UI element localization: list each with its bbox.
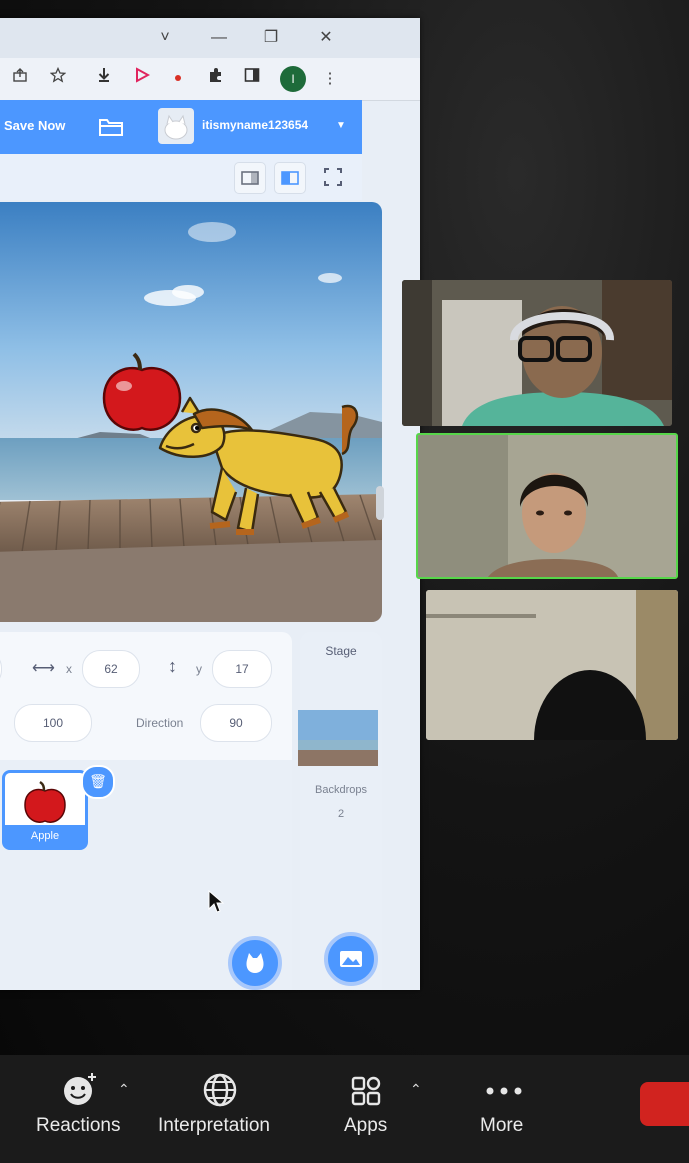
close-window-button[interactable]: ✕ <box>313 26 339 50</box>
reactions-label: Reactions <box>36 1115 121 1136</box>
interpretation-label: Interpretation <box>158 1115 270 1136</box>
end-meeting-button[interactable] <box>640 1082 689 1126</box>
x-label: x <box>66 662 72 676</box>
x-field[interactable]: 62 <box>82 650 140 688</box>
browser-toolbar: I ⋮ <box>0 58 420 101</box>
tab-search-button[interactable]: ˅ <box>152 26 178 50</box>
user-avatar[interactable] <box>158 108 194 144</box>
username-label[interactable]: itismyname123654 <box>202 118 308 132</box>
stage-title: Stage <box>325 644 357 658</box>
backdrops-label: Backdrops <box>315 784 367 796</box>
sprite-name-field[interactable] <box>0 650 2 688</box>
normal-stage-button[interactable] <box>274 162 306 194</box>
backdrops-count: 2 <box>337 808 345 820</box>
y-field[interactable]: 17 <box>212 650 272 688</box>
stage-backdrop <box>0 202 382 622</box>
scratch-menubar: Save Now itismyname123654 ▼ <box>0 100 362 154</box>
trash-icon[interactable]: 🗑 <box>81 765 115 799</box>
maximize-button[interactable]: ❐ <box>258 26 284 50</box>
size-field[interactable]: 100 <box>14 704 92 742</box>
chevron-up-icon[interactable]: ⌃ <box>410 1081 422 1098</box>
participant-video-feed <box>426 590 678 740</box>
puzzle-icon[interactable] <box>204 67 228 91</box>
sidebar-icon[interactable] <box>240 67 264 91</box>
chevron-up-icon[interactable]: ⌃ <box>118 1081 130 1098</box>
participant-video-feed <box>402 280 672 426</box>
y-label: y <box>196 662 202 676</box>
apps-icon <box>351 1076 381 1106</box>
globe-icon <box>203 1073 237 1107</box>
stage-selector-pane[interactable]: Stage Backdrops 2 <box>298 632 382 990</box>
participant-video-3[interactable] <box>426 590 678 740</box>
more-label: More <box>480 1115 524 1136</box>
x-arrow-icon: ⟷ <box>32 660 55 677</box>
sprite-info-panel: ⟷ x 62 ↕ y 17 100 Direction 90 <box>0 632 292 760</box>
reactions-icon <box>64 1073 96 1105</box>
profile-avatar[interactable]: I <box>280 66 306 92</box>
apple-thumbnail <box>24 780 66 823</box>
minimize-button[interactable]: — <box>206 26 232 50</box>
direction-field[interactable]: 90 <box>200 704 272 742</box>
stage-size-controls <box>0 154 362 200</box>
fullscreen-icon[interactable] <box>318 162 348 192</box>
stage-canvas[interactable] <box>0 202 382 622</box>
apps-label: Apps <box>344 1115 388 1136</box>
panel-resize-handle[interactable] <box>376 486 384 520</box>
small-stage-button[interactable] <box>234 162 266 194</box>
star-icon[interactable] <box>46 66 70 91</box>
chevron-down-icon[interactable]: ▼ <box>336 120 346 131</box>
participant-video-1[interactable] <box>402 280 672 426</box>
browser-window: ˅ — ❐ ✕ I ⋮ Save Now itismyname123654 ▼ … <box>0 18 420 990</box>
choose-sprite-button[interactable] <box>228 936 282 990</box>
participant-video-feed <box>418 435 676 577</box>
sprite-name-label: Apple <box>5 825 85 847</box>
kebab-menu-icon[interactable]: ⋮ <box>318 67 342 91</box>
share-icon[interactable] <box>8 67 32 91</box>
record-icon[interactable] <box>166 67 190 91</box>
window-titlebar: ˅ — ❐ ✕ <box>0 18 420 58</box>
y-arrow-icon: ↕ <box>168 656 177 676</box>
meeting-toolbar: ⌃ Reactions Interpretation ⌃ Apps More <box>0 1055 689 1163</box>
mouse-cursor-icon <box>208 889 225 919</box>
ellipsis-icon <box>486 1087 522 1095</box>
direction-label: Direction <box>136 716 184 730</box>
sprite-list-panel: Apple 🗑 <box>0 760 292 990</box>
download-icon[interactable] <box>92 67 116 91</box>
play-extension-icon[interactable] <box>130 67 154 91</box>
sprite-tile-apple[interactable]: Apple 🗑 <box>2 765 115 850</box>
choose-backdrop-button[interactable] <box>324 932 378 986</box>
save-now-button[interactable]: Save Now <box>4 118 65 133</box>
folder-icon[interactable] <box>98 116 124 143</box>
participant-video-active-speaker[interactable] <box>416 433 678 579</box>
backdrop-thumbnail <box>298 710 378 766</box>
